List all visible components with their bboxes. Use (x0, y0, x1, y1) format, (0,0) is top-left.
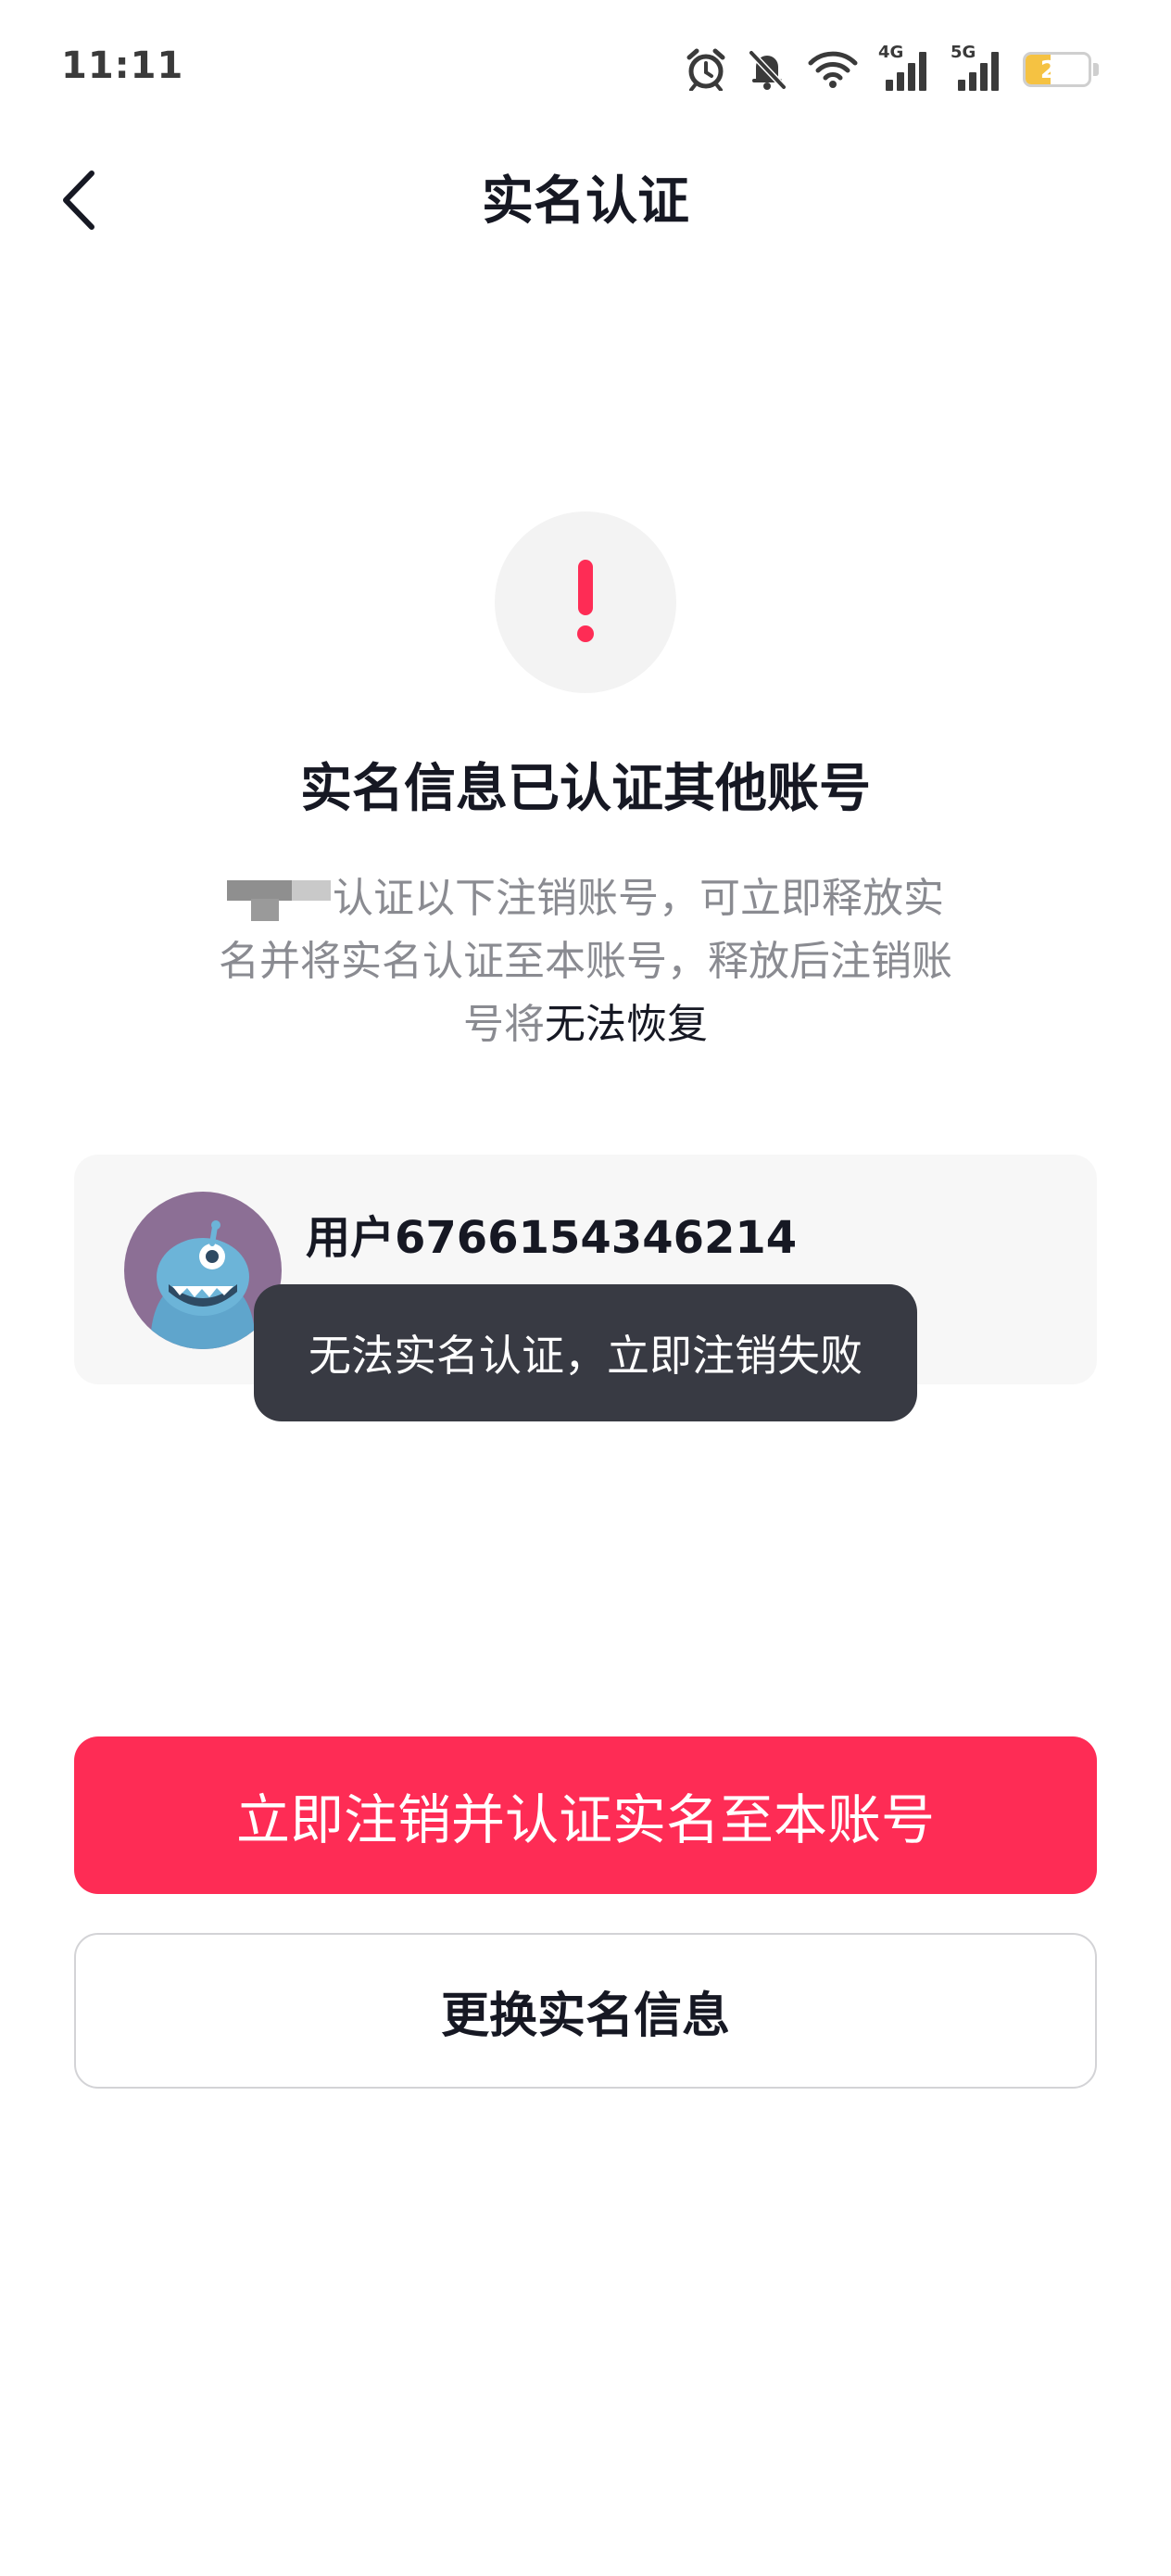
page-title: 实名认证 (482, 171, 689, 232)
signal-5g-icon: 5G (951, 43, 1002, 91)
signal-bar (958, 80, 965, 91)
exclamation-icon (572, 554, 599, 650)
warning-headline: 实名信息已认证其他账号 (300, 759, 871, 819)
alarm-icon (686, 48, 726, 91)
warning-desc-emphasis: 无法恢复 (545, 1001, 708, 1048)
signal-4g-icon: 4G (878, 43, 930, 91)
warning-description: 认证以下注销账号，可立即释放实名并将实名认证至本账号，释放后注销账号将无法恢复 (209, 867, 962, 1056)
signal-bar (969, 72, 976, 91)
account-name: 用户6766154346214 (306, 1212, 798, 1264)
deregister-and-verify-button[interactable]: 立即注销并认证实名至本账号 (74, 1736, 1097, 1894)
battery-tip (1093, 63, 1099, 76)
redacted-mark (227, 880, 331, 921)
signal-bar (991, 52, 999, 91)
change-identity-button[interactable]: 更换实名信息 (74, 1933, 1097, 2089)
signal-4g-label: 4G (878, 43, 904, 62)
battery-icon: 22 (1023, 52, 1091, 87)
warning-badge (495, 511, 676, 693)
status-time: 11:11 (61, 44, 184, 87)
wifi-icon (808, 50, 858, 89)
signal-bar (919, 52, 926, 91)
signal-bar (886, 80, 893, 91)
toast-message: 无法实名认证，立即注销失败 (254, 1284, 917, 1421)
signal-bar (980, 63, 988, 91)
signal-bar (908, 63, 915, 91)
battery-level: 22 (1039, 57, 1075, 84)
status-icons: 4G 5G 22 (686, 43, 1099, 95)
signal-bar (897, 72, 904, 91)
bell-off-icon (747, 48, 787, 91)
signal-5g-label: 5G (951, 43, 976, 62)
